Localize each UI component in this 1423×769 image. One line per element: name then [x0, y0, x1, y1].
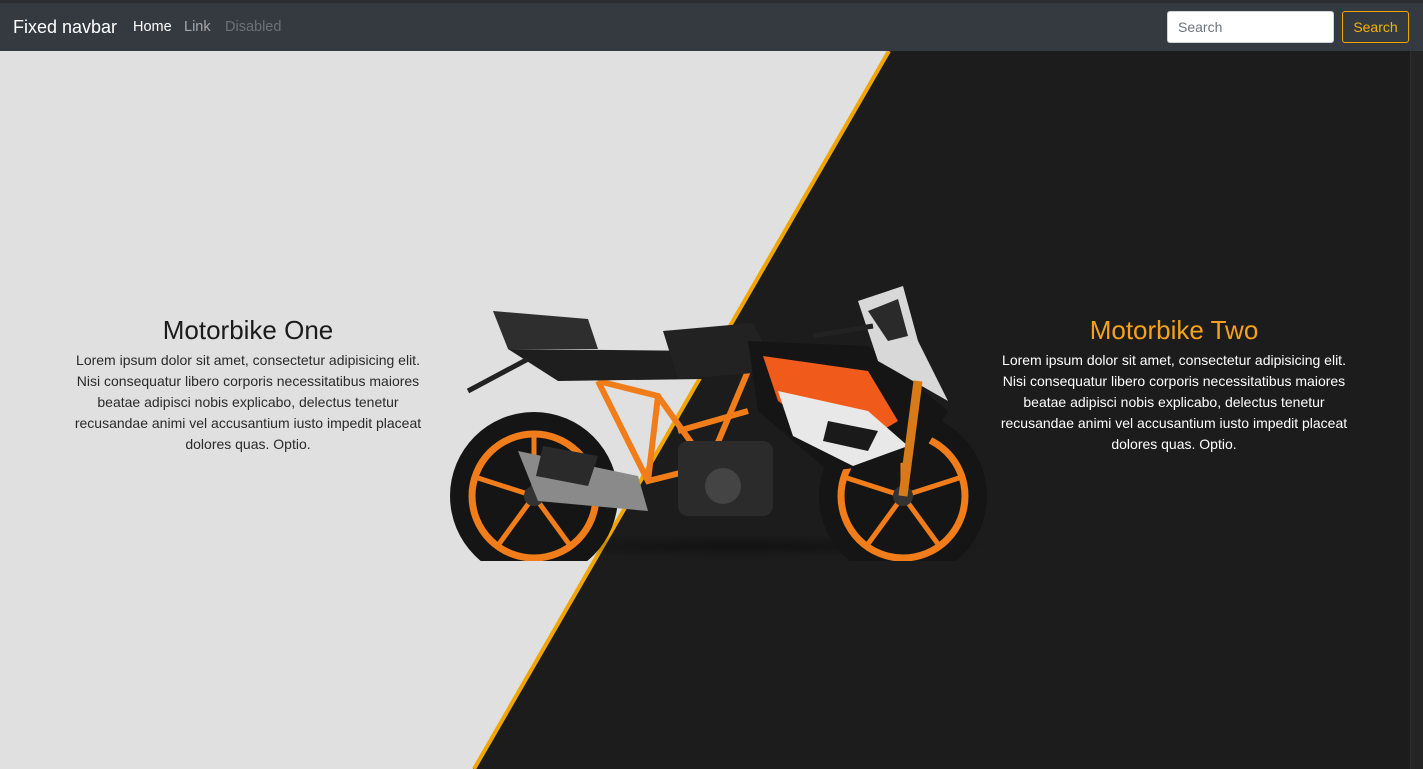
nav-link-link[interactable]: Link — [184, 18, 211, 36]
nav-link-home[interactable]: Home — [133, 18, 172, 36]
panel-one-title: Motorbike One — [162, 315, 334, 345]
page: Fixed navbar Home Link Disabled Search M… — [0, 0, 1423, 769]
panel-one: Motorbike One Lorem ipsum dolor sit amet… — [68, 313, 428, 455]
motorbike-icon — [450, 286, 998, 561]
panel-two-title: Motorbike Two — [1089, 315, 1259, 345]
search-input[interactable] — [1167, 11, 1334, 43]
scrollbar[interactable] — [1410, 51, 1423, 769]
navbar: Fixed navbar Home Link Disabled Search — [0, 0, 1423, 51]
panel-two: Motorbike Two Lorem ipsum dolor sit amet… — [994, 313, 1354, 455]
hero-split: Motorbike One Lorem ipsum dolor sit amet… — [0, 51, 1410, 769]
panel-two-description: Lorem ipsum dolor sit amet, consectetur … — [1000, 352, 1348, 452]
nav-link-disabled: Disabled — [225, 19, 282, 35]
navbar-brand[interactable]: Fixed navbar — [13, 16, 117, 38]
search-button[interactable]: Search — [1342, 11, 1409, 43]
panel-one-description: Lorem ipsum dolor sit amet, consectetur … — [74, 352, 422, 452]
